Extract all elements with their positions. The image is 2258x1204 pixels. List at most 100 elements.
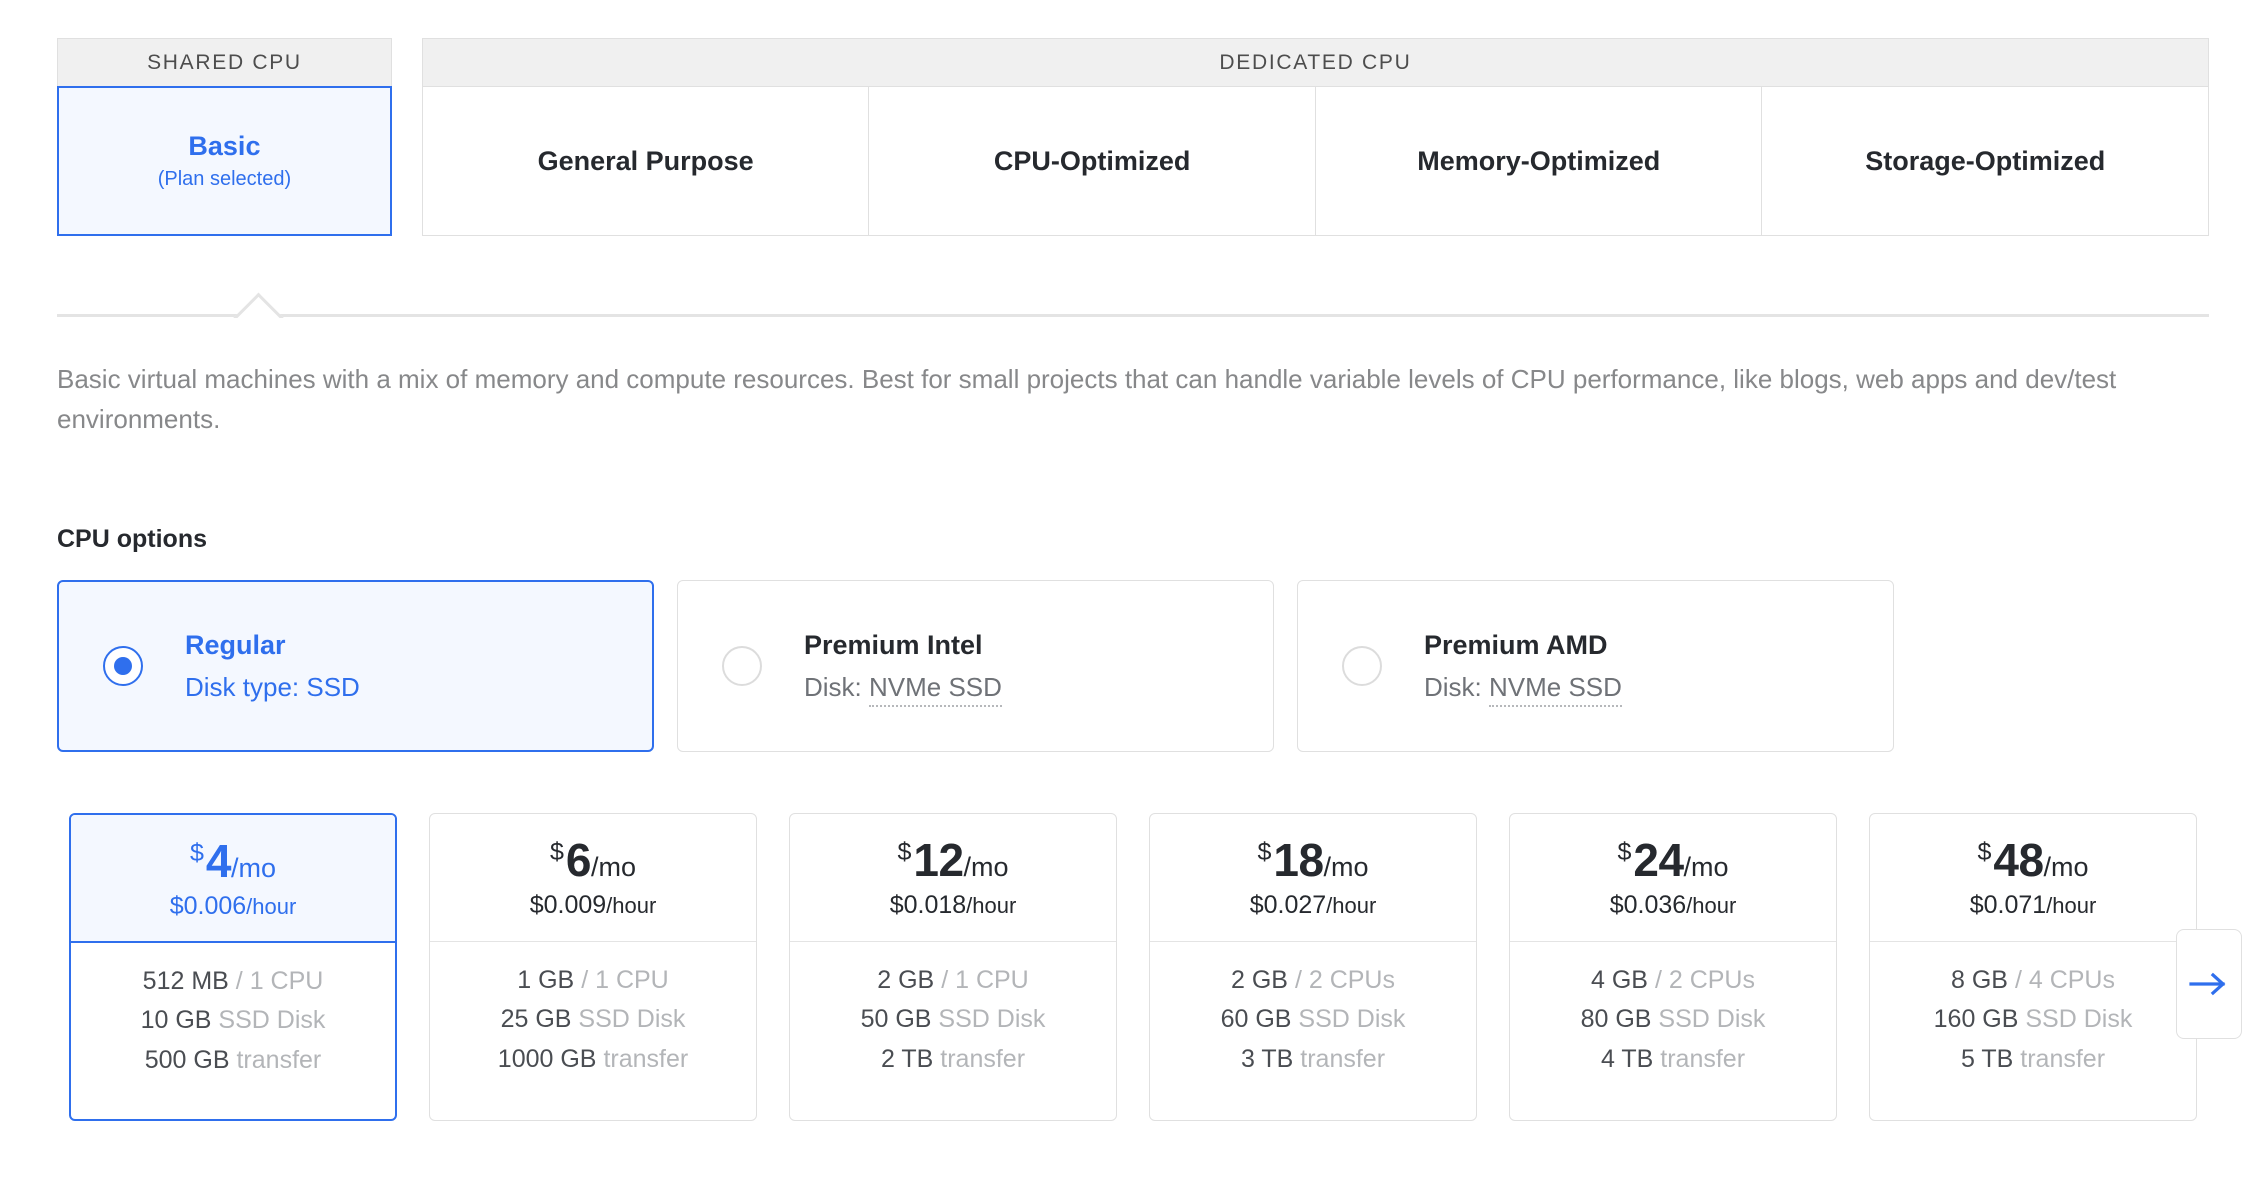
cpu-option-regular-text: Regular Disk type: SSD: [185, 628, 360, 705]
cpu-option-premium-intel-disk-prefix: Disk:: [804, 671, 869, 702]
spec-transfer: 500 GB transfer: [144, 1045, 322, 1075]
divider-line: [57, 314, 2209, 317]
plan-card-specs: 8 GB / 4 CPUs 160 GB SSD Disk 5 TB trans…: [1870, 942, 2196, 1118]
spec-transfer-label: transfer: [1660, 1044, 1746, 1073]
spec-cpu-value: / 4 CPUs: [2014, 965, 2115, 994]
cpu-option-premium-amd-disk-value[interactable]: NVMe SSD: [1489, 671, 1622, 707]
spec-transfer-label: transfer: [940, 1044, 1026, 1073]
hourly-price-unit: /hour: [966, 893, 1017, 918]
plan-card[interactable]: $ 12 /mo $0.018/hour 2 GB / 1 CPU 50 GB …: [789, 813, 1117, 1121]
radio-premium-amd[interactable]: [1342, 646, 1382, 686]
tab-group-shared-cpu: SHARED CPU Basic (Plan selected): [57, 38, 392, 236]
radio-premium-intel[interactable]: [722, 646, 762, 686]
spec-memory-cpu: 2 GB / 2 CPUs: [1231, 966, 1395, 995]
plan-card-monthly-price: $ 24 /mo: [1617, 837, 1728, 883]
plan-card-list: $ 4 /mo $0.006/hour 512 MB / 1 CPU 10 GB…: [69, 813, 2197, 1121]
price-period: /mo: [1683, 852, 1729, 882]
price-amount: 18: [1273, 834, 1324, 886]
radio-premium-intel-dot: [733, 657, 751, 675]
cpu-option-regular-name: Regular: [185, 629, 286, 660]
plan-card-monthly-price: $ 48 /mo: [1977, 837, 2088, 883]
price-period: /mo: [2043, 852, 2089, 882]
spec-cpu-value: / 1 CPU: [581, 965, 669, 994]
plan-card[interactable]: $ 24 /mo $0.036/hour 4 GB / 2 CPUs 80 GB…: [1509, 813, 1837, 1121]
cpu-option-premium-amd[interactable]: Premium AMD Disk: NVMe SSD: [1297, 580, 1894, 752]
plan-card-hourly-price: $0.071/hour: [1970, 893, 2097, 918]
plan-card[interactable]: $ 6 /mo $0.009/hour 1 GB / 1 CPU 25 GB S…: [429, 813, 757, 1121]
spec-memory-value: 1 GB: [517, 965, 575, 994]
spec-transfer-value: 5 TB: [1960, 1044, 2014, 1073]
tab-basic-label: Basic: [188, 131, 261, 162]
price-currency-symbol: $: [189, 838, 204, 867]
cpu-option-premium-amd-text: Premium AMD Disk: NVMe SSD: [1424, 628, 1622, 707]
plan-card-specs: 2 GB / 2 CPUs 60 GB SSD Disk 3 TB transf…: [1150, 942, 1476, 1118]
hourly-price-value: $0.036: [1609, 891, 1687, 919]
tab-basic[interactable]: Basic (Plan selected): [57, 86, 392, 236]
plan-card-hourly-price: $0.018/hour: [890, 893, 1017, 918]
tab-storage-optimized-label: Storage-Optimized: [1865, 145, 2106, 176]
cpu-option-regular[interactable]: Regular Disk type: SSD: [57, 580, 654, 752]
plan-card-hourly-price: $0.036/hour: [1610, 893, 1737, 918]
plan-card[interactable]: $ 4 /mo $0.006/hour 512 MB / 1 CPU 10 GB…: [69, 813, 397, 1121]
spec-transfer-value: 3 TB: [1240, 1044, 1294, 1073]
spec-disk-value: 80 GB: [1580, 1005, 1652, 1034]
spec-cpu-value: / 2 CPUs: [1654, 965, 1755, 994]
spec-disk: 80 GB SSD Disk: [1581, 1006, 1766, 1034]
plan-description: Basic virtual machines with a mix of mem…: [57, 364, 2117, 434]
spec-memory-cpu: 1 GB / 1 CPU: [517, 965, 669, 995]
spec-memory-value: 4 GB: [1591, 965, 1648, 994]
spec-disk-value: 10 GB: [140, 1006, 212, 1035]
spec-transfer-value: 2 TB: [880, 1044, 934, 1073]
tab-group-header-shared-cpu: SHARED CPU: [57, 38, 392, 86]
tab-cpu-optimized[interactable]: CPU-Optimized: [868, 86, 1316, 236]
plan-card-hourly-price: $0.009/hour: [530, 893, 657, 918]
price-currency-symbol: $: [897, 838, 912, 866]
price-currency-symbol: $: [1977, 838, 1992, 866]
spec-disk: 60 GB SSD Disk: [1221, 1006, 1406, 1034]
plan-card-monthly-price: $ 18 /mo: [1257, 837, 1368, 883]
price-currency-symbol: $: [1257, 838, 1272, 866]
hourly-price-unit: /hour: [246, 893, 297, 919]
spec-transfer-value: 1000 GB: [497, 1044, 597, 1073]
cpu-options-title: CPU options: [57, 525, 207, 553]
cpu-option-premium-intel-text: Premium Intel Disk: NVMe SSD: [804, 628, 1002, 707]
spec-transfer-label: transfer: [1300, 1044, 1386, 1073]
tab-group-dedicated-cpu: DEDICATED CPU General Purpose CPU-Optimi…: [421, 38, 2210, 236]
cpu-option-premium-intel[interactable]: Premium Intel Disk: NVMe SSD: [677, 580, 1274, 752]
plan-card-monthly-price: $ 6 /mo: [550, 837, 636, 883]
radio-premium-amd-dot: [1353, 657, 1371, 675]
hourly-price-unit: /hour: [1686, 893, 1737, 918]
tab-memory-optimized-label: Memory-Optimized: [1417, 145, 1661, 176]
spec-disk-label: SSD Disk: [218, 1006, 326, 1035]
tab-cpu-optimized-label: CPU-Optimized: [993, 145, 1191, 176]
spec-disk-label: SSD Disk: [2025, 1005, 2133, 1034]
spec-disk-label: SSD Disk: [1658, 1005, 1766, 1034]
price-period: /mo: [1323, 852, 1369, 882]
cpu-option-premium-intel-disk-value[interactable]: NVMe SSD: [869, 671, 1002, 707]
hourly-price-unit: /hour: [2046, 893, 2097, 918]
cpu-option-premium-intel-disk: Disk: NVMe SSD: [804, 671, 1002, 707]
radio-regular[interactable]: [103, 646, 143, 686]
hourly-price-unit: /hour: [606, 893, 657, 918]
tab-memory-optimized[interactable]: Memory-Optimized: [1314, 86, 1763, 236]
tab-group-header-dedicated-cpu: DEDICATED CPU: [421, 38, 2209, 86]
spec-transfer: 4 TB transfer: [1601, 1044, 1746, 1074]
tab-storage-optimized[interactable]: Storage-Optimized: [1761, 86, 2210, 236]
tab-row-dedicated-cpu: General Purpose CPU-Optimized Memory-Opt…: [421, 86, 2210, 236]
price-currency-symbol: $: [549, 838, 564, 866]
next-plans-button[interactable]: [2176, 929, 2242, 1039]
plan-card[interactable]: $ 48 /mo $0.071/hour 8 GB / 4 CPUs 160 G…: [1869, 813, 2197, 1121]
spec-transfer-value: 500 GB: [144, 1045, 230, 1074]
plan-card-price-header: $ 18 /mo $0.027/hour: [1150, 814, 1476, 942]
hourly-price-value: $0.027: [1249, 891, 1327, 919]
spec-memory-cpu: 2 GB / 1 CPU: [877, 966, 1028, 995]
hourly-price-value: $0.009: [529, 891, 607, 919]
tab-general-purpose[interactable]: General Purpose: [421, 86, 870, 236]
cpu-option-premium-intel-name: Premium Intel: [804, 629, 983, 660]
plan-card[interactable]: $ 18 /mo $0.027/hour 2 GB / 2 CPUs 60 GB…: [1149, 813, 1477, 1121]
arrow-right-icon: [2189, 971, 2229, 997]
plan-card-price-header: $ 6 /mo $0.009/hour: [430, 814, 756, 942]
price-currency-symbol: $: [1617, 838, 1632, 866]
hourly-price-value: $0.071: [1969, 891, 2047, 919]
spec-memory-cpu: 4 GB / 2 CPUs: [1591, 965, 1755, 995]
